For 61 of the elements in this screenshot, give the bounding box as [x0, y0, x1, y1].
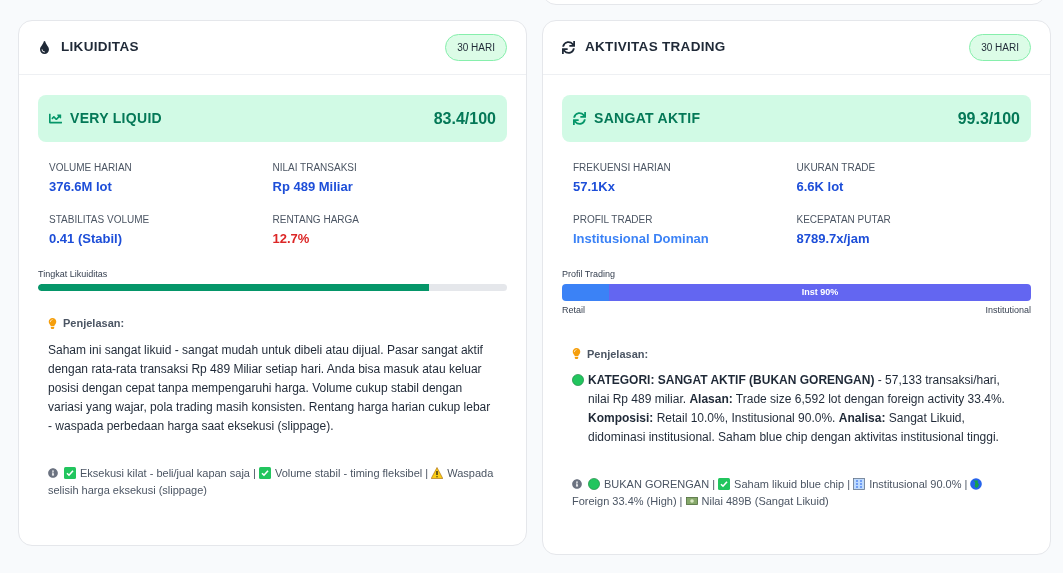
line-chart-icon	[49, 112, 62, 125]
metric-label: KECEPATAN PUTAR	[796, 214, 892, 226]
metric-label: UKURAN TRADE	[796, 162, 877, 174]
note-text: Nilai 489B (Sangat Likuid)	[701, 495, 829, 507]
warning-icon	[431, 466, 444, 479]
note-text: Foreign	[572, 495, 610, 507]
metric-value: 0.41 (Stabil)	[49, 231, 122, 247]
explanation-text: Saham ini sangat likuid - sangat mudah untuk dibeli atau dijual. Pasar sangat aktif dengan rata-rata transaksi Rp 489 Miliar setiap hari. Anda bisa masuk atau keluar posisi dengan cepat tanpa mempengaruhi harga. Volume cukup stabil dengan variasi yang wajar, pola trading masih konsisten. Rentang harga harian cukup lebar - waspada perbedaan harga saat eksekusi (slippage).	[48, 341, 492, 435]
institutional-segment: Inst 90%	[608, 284, 1031, 301]
info-icon	[572, 479, 582, 489]
retail-segment	[562, 284, 609, 301]
status-score: 83.4/100	[433, 108, 496, 129]
check-icon	[64, 466, 76, 479]
period-badge: 30 HARI	[969, 34, 1031, 61]
note-text: selisih harga eksekusi (slippage)	[48, 483, 207, 496]
note-text: Volume stabil - timing fleksibel |	[274, 466, 429, 479]
bar-title: Tingkat Likuiditas	[38, 269, 109, 280]
metric-label: NILAI TRANSAKSI	[272, 162, 358, 174]
lightbulb-icon	[572, 348, 581, 360]
droplet-icon	[38, 41, 51, 54]
metric-value: Institusional Dominan	[573, 231, 709, 247]
metric-value: 376.6M lot	[49, 179, 112, 195]
check-icon	[718, 478, 731, 490]
globe-icon	[970, 478, 983, 490]
note-text: BUKAN GORENGAN |	[604, 478, 716, 490]
building-icon	[853, 478, 866, 490]
note-text: Institusional 90.0% |	[869, 478, 968, 490]
metric-value: 57.1Kx	[573, 179, 615, 195]
period-badge: 30 HARI	[445, 34, 507, 61]
card-title: LIKUIDITAS	[61, 38, 139, 57]
lightbulb-icon	[48, 317, 57, 329]
metric-value: 12.7%	[272, 231, 310, 247]
metric-label: VOLUME HARIAN	[49, 162, 133, 174]
metric-label: FREKUENSI HARIAN	[573, 162, 672, 174]
info-icon	[48, 467, 58, 478]
metric-value: 6.6K lot	[796, 179, 844, 195]
card-title: AKTIVITAS TRADING	[585, 38, 726, 57]
metric-label: RENTANG HARGA	[272, 214, 360, 226]
metric-value: 8789.7x/jam	[796, 231, 870, 247]
status-label: SANGAT AKTIF	[594, 109, 701, 128]
metric-label: PROFIL TRADER	[573, 214, 654, 226]
status-score: 99.3/100	[957, 108, 1020, 129]
sync-icon	[573, 112, 586, 125]
metric-value: Rp 489 Miliar	[272, 179, 353, 195]
explanation-title: Penjelasan:	[63, 316, 125, 331]
note-text: Waspada	[447, 466, 494, 479]
check-icon	[258, 466, 271, 479]
metric-label: STABILITAS VOLUME	[49, 214, 151, 226]
explanation-text: KATEGORI: SANGAT AKTIF (BUKAN GORENGAN) - 57,133 transaksi/hari, nilai Rp 489 miliar. Alasan: Trade size 6,592 lot dengan foreign activity 33.4%. Komposisi: Retail 10.0%, Institusional 90.0%. Analisa: Sangat Likuid, didominasi institusional. Saham blue chip dengan aktivitas institusional tinggi.	[588, 372, 1006, 446]
explanation-title: Penjelasan:	[587, 346, 649, 362]
note-text: Eksekusi kilat - beli/jual kapan saja |	[80, 466, 256, 479]
note-text: 33.4% (High) |	[612, 495, 683, 507]
circle-icon	[572, 374, 584, 386]
bar-caption: Retail	[562, 304, 585, 317]
bar-caption: Institutional	[985, 304, 1031, 317]
money-icon	[685, 495, 698, 507]
circle-icon	[588, 478, 600, 490]
bar-title: Profil Trading	[562, 269, 617, 280]
sync-icon	[562, 41, 575, 54]
status-label: VERY LIQUID	[70, 109, 162, 128]
note-text: Saham likuid blue chip |	[734, 478, 851, 490]
